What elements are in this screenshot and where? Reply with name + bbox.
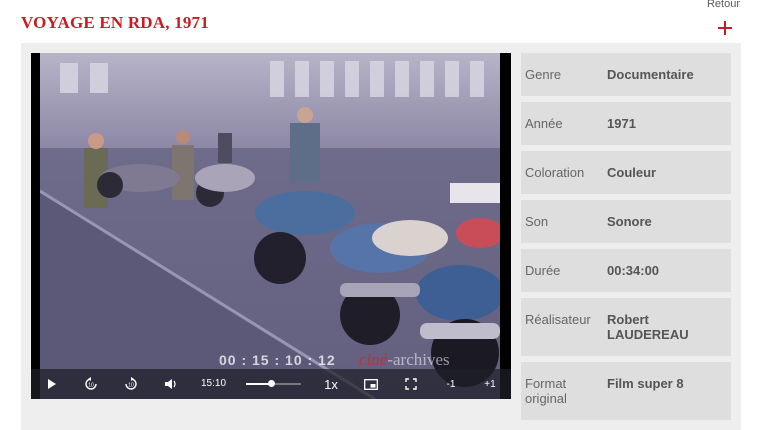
metadata-row-annee: Année 1971 bbox=[521, 102, 731, 145]
archive-watermark: ciné-archives bbox=[359, 350, 450, 370]
fullscreen-button[interactable] bbox=[400, 369, 422, 399]
volume-icon bbox=[165, 379, 176, 389]
plus-icon[interactable] bbox=[718, 21, 732, 35]
rewind-button[interactable]: 10 bbox=[80, 369, 102, 399]
metadata-row-duree: Durée 00:34:00 bbox=[521, 249, 731, 292]
metadata-label: Genre bbox=[525, 67, 562, 82]
metadata-value: Film super 8 bbox=[607, 376, 684, 391]
video-frame bbox=[40, 53, 500, 399]
metadata-value: Documentaire bbox=[607, 67, 694, 82]
metadata-value: Robert LAUDEREAU bbox=[607, 312, 689, 342]
forward-10-icon: 10 bbox=[125, 377, 137, 390]
metadata-row-coloration: Coloration Couleur bbox=[521, 151, 731, 194]
svg-text:10: 10 bbox=[88, 383, 94, 389]
video-player[interactable]: 00 : 15 : 10 : 12 ciné-archives 10 10 15… bbox=[31, 53, 511, 399]
content-panel: 00 : 15 : 10 : 12 ciné-archives 10 10 15… bbox=[21, 43, 741, 430]
metadata-label: Réalisateur bbox=[525, 312, 591, 327]
watermark-prefix: ciné bbox=[359, 350, 388, 369]
metadata-label: Format original bbox=[525, 376, 567, 406]
metadata-row-son: Son Sonore bbox=[521, 200, 731, 243]
svg-text:10: 10 bbox=[128, 383, 134, 389]
metadata-row-genre: Genre Documentaire bbox=[521, 53, 731, 96]
speed-button[interactable]: 1x bbox=[319, 369, 343, 399]
watermark-suffix: -archives bbox=[387, 350, 450, 369]
skip-back-button[interactable]: -1 bbox=[440, 369, 462, 399]
forward-button[interactable]: 10 bbox=[120, 369, 142, 399]
pip-button[interactable] bbox=[360, 369, 382, 399]
mute-button[interactable] bbox=[160, 369, 182, 399]
rewind-10-icon: 10 bbox=[85, 377, 97, 390]
metadata-value: Couleur bbox=[607, 165, 657, 180]
volume-knob[interactable] bbox=[267, 380, 275, 387]
play-button[interactable] bbox=[41, 369, 63, 399]
play-icon bbox=[48, 379, 56, 389]
player-controls: 10 10 15:10 1x -1 +1 bbox=[31, 369, 511, 399]
metadata-row-realisateur: Réalisateur Robert LAUDEREAU bbox=[521, 298, 731, 356]
page-title: VOYAGE EN RDA, 1971 bbox=[21, 13, 209, 32]
metadata-label: Année bbox=[525, 116, 563, 131]
picture-in-picture-icon bbox=[364, 378, 378, 390]
burned-timecode: 00 : 15 : 10 : 12 bbox=[219, 352, 336, 368]
page: Retour VOYAGE EN RDA, 1971 00: 15: 10 … bbox=[0, 0, 758, 430]
metadata-value: Sonore bbox=[607, 214, 652, 229]
metadata-value: 00:34:00 bbox=[607, 263, 660, 278]
back-link[interactable]: Retour bbox=[707, 0, 740, 10]
metadata-label: Coloration bbox=[525, 165, 585, 180]
current-time: 15:10 bbox=[201, 378, 227, 389]
volume-slider[interactable] bbox=[246, 380, 301, 387]
metadata-row-format: Format original Film super 8 bbox=[521, 362, 731, 420]
fullscreen-icon bbox=[405, 378, 417, 390]
metadata-label: Son bbox=[525, 214, 549, 229]
metadata-label: Durée bbox=[525, 263, 561, 278]
metadata-value: 1971 bbox=[607, 116, 636, 131]
skip-forward-button[interactable]: +1 bbox=[479, 369, 501, 399]
